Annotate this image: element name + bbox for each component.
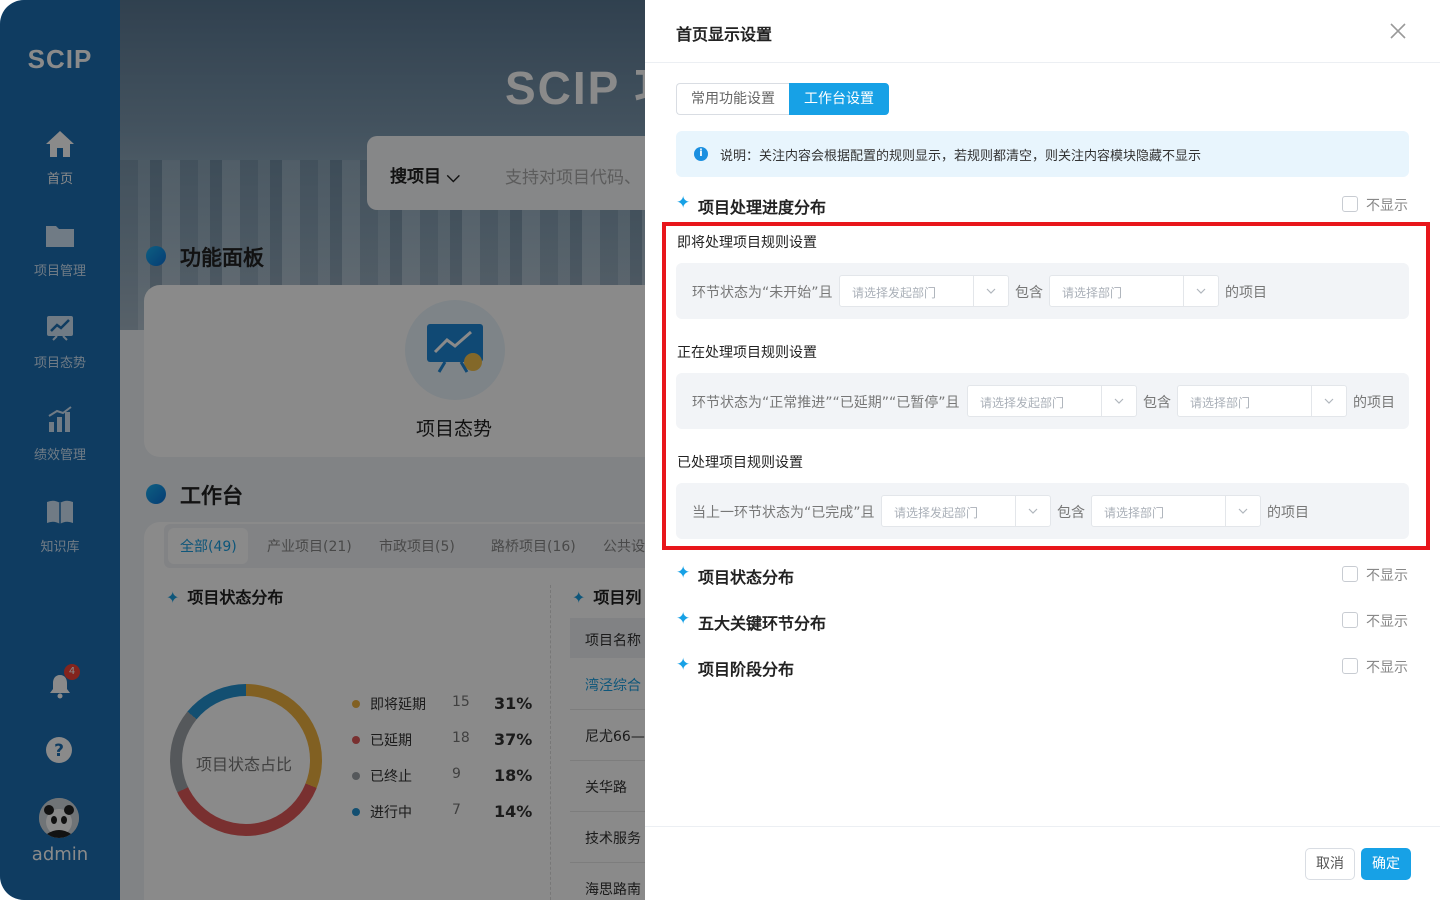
rule-condition: 环节状态为“正常推进”“已延期”“已暂停”且 xyxy=(692,395,960,411)
rule-title-upcoming: 即将处理项目规则设置 xyxy=(677,235,817,251)
chevron-down-icon xyxy=(986,288,996,294)
chevron-down-icon xyxy=(1238,508,1248,514)
section-title: 项目阶段分布 xyxy=(698,660,795,679)
rule-suffix: 的项目 xyxy=(1225,285,1267,301)
rule-suffix: 的项目 xyxy=(1353,395,1395,411)
hide-checkbox[interactable] xyxy=(1342,566,1358,582)
contains-label: 包含 xyxy=(1015,285,1043,301)
rule-box-upcoming: 环节状态为“未开始”且 请选择发起部门 包含 请选择部门 的项目 xyxy=(676,263,1409,319)
hide-checkbox-label[interactable]: 不显示 xyxy=(1366,195,1408,215)
section-key-phases-distribution: ✦ 五大关键环节分布 不显示 xyxy=(676,609,1409,633)
section-stage-distribution: ✦ 项目阶段分布 不显示 xyxy=(676,655,1409,679)
section-title: 五大关键环节分布 xyxy=(698,614,827,633)
rule-box-in-progress: 环节状态为“正常推进”“已延期”“已暂停”且 请选择发起部门 包含 请选择部门 … xyxy=(676,373,1409,429)
info-icon: i xyxy=(694,147,708,161)
close-icon[interactable] xyxy=(1387,20,1409,42)
section-status-distribution: ✦ 项目状态分布 不显示 xyxy=(676,563,1409,587)
rule-box-processed: 当上一环节状态为“已完成”且 请选择发起部门 包含 请选择部门 的项目 xyxy=(676,483,1409,539)
contains-label: 包含 xyxy=(1057,505,1085,521)
drawer-title: 首页显示设置 xyxy=(676,25,773,44)
notice-text: 说明：关注内容会根据配置的规则显示，若规则都清空，则关注内容模块隐藏不显示 xyxy=(720,149,1202,164)
section-progress-distribution: ✦ 项目处理进度分布 不显示 xyxy=(676,193,1409,217)
chevron-down-icon xyxy=(1028,508,1038,514)
cancel-button[interactable]: 取消 xyxy=(1305,848,1355,880)
section-title: 项目处理进度分布 xyxy=(698,198,827,217)
initiating-dept-select[interactable]: 请选择发起部门 xyxy=(881,495,1051,527)
notice-banner: i 说明：关注内容会根据配置的规则显示，若规则都清空，则关注内容模块隐藏不显示 xyxy=(676,131,1409,177)
rule-title-in-progress: 正在处理项目规则设置 xyxy=(677,345,817,361)
hide-checkbox-label[interactable]: 不显示 xyxy=(1366,657,1408,677)
initiating-dept-select[interactable]: 请选择发起部门 xyxy=(967,385,1137,417)
hide-checkbox[interactable] xyxy=(1342,658,1358,674)
initiating-dept-select[interactable]: 请选择发起部门 xyxy=(839,275,1009,307)
section-title: 项目状态分布 xyxy=(698,568,795,587)
chevron-down-icon xyxy=(1196,288,1206,294)
chevron-down-icon xyxy=(1324,398,1334,404)
dept-select[interactable]: 请选择部门 xyxy=(1091,495,1261,527)
settings-tabs: 常用功能设置 工作台设置 xyxy=(676,83,889,115)
drawer-header: 首页显示设置 xyxy=(645,0,1440,63)
tab-common-functions[interactable]: 常用功能设置 xyxy=(676,83,789,115)
rule-suffix: 的项目 xyxy=(1267,505,1309,521)
sparkle-icon: ✦ xyxy=(676,609,691,629)
sparkle-icon: ✦ xyxy=(676,193,691,213)
sparkle-icon: ✦ xyxy=(676,563,691,583)
drawer-footer: 取消 确定 xyxy=(645,826,1440,900)
hide-checkbox[interactable] xyxy=(1342,196,1358,212)
chevron-down-icon xyxy=(1114,398,1124,404)
rule-condition: 当上一环节状态为“已完成”且 xyxy=(692,505,875,521)
sparkle-icon: ✦ xyxy=(676,655,691,675)
hide-checkbox[interactable] xyxy=(1342,612,1358,628)
hide-checkbox-label[interactable]: 不显示 xyxy=(1366,611,1408,631)
dept-select[interactable]: 请选择部门 xyxy=(1177,385,1347,417)
confirm-button[interactable]: 确定 xyxy=(1361,848,1411,880)
rule-condition: 环节状态为“未开始”且 xyxy=(692,285,833,301)
contains-label: 包含 xyxy=(1143,395,1171,411)
rule-title-processed: 已处理项目规则设置 xyxy=(677,455,803,471)
hide-checkbox-label[interactable]: 不显示 xyxy=(1366,565,1408,585)
tab-workbench-settings[interactable]: 工作台设置 xyxy=(789,83,889,115)
settings-drawer: 首页显示设置 常用功能设置 工作台设置 i 说明：关注内容会根据配置的规则显示，… xyxy=(645,0,1440,900)
dept-select[interactable]: 请选择部门 xyxy=(1049,275,1219,307)
